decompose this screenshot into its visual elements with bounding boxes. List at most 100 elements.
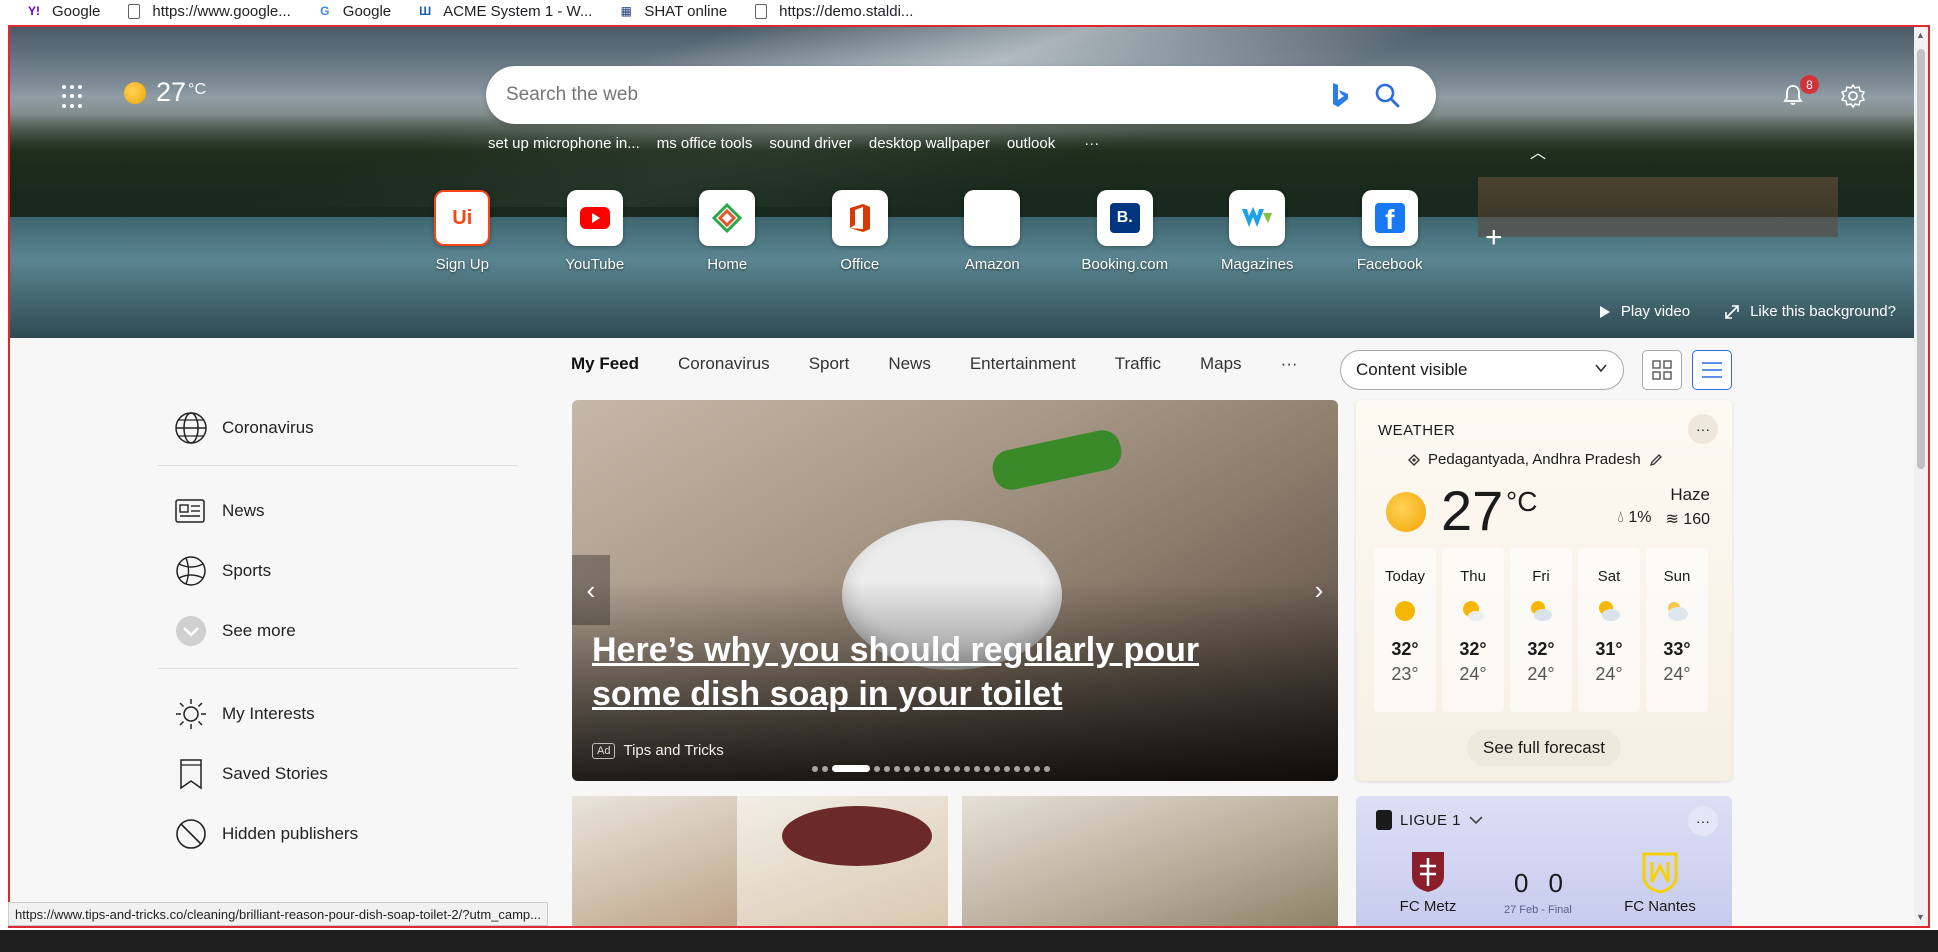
featured-story-card[interactable]: ‹ › Here’s why you should regularly pour… [572,400,1338,781]
next-slide-button[interactable]: › [1300,555,1338,625]
forecast-day[interactable]: Sun 33° 24° [1646,548,1708,712]
story-card[interactable] [572,796,948,926]
slide-dot[interactable] [1014,765,1020,772]
office-icon [831,190,888,246]
tab-traffic[interactable]: Traffic [1115,354,1161,374]
trending-item[interactable]: ms office tools [657,135,753,152]
story-headline[interactable]: Here’s why you should regularly pour som… [592,628,1292,716]
trending-item[interactable]: sound driver [769,135,852,152]
previous-slide-button[interactable]: ‹ [572,555,610,625]
tab-news[interactable]: News [888,354,931,374]
forecast-high: 32° [1527,639,1555,659]
trending-item[interactable]: outlook [1007,135,1055,152]
nav-item-my-interests[interactable]: My Interests [158,691,518,737]
bookmark-demo[interactable]: https://demo.staldi... [753,3,913,20]
trending-more-icon[interactable]: ··· [1084,135,1099,152]
slide-dot[interactable] [974,765,980,772]
edit-icon[interactable] [1649,453,1663,467]
slide-dot[interactable] [984,765,990,772]
tab-entertainment[interactable]: Entertainment [970,354,1076,374]
grid-view-button[interactable] [1642,350,1682,390]
slide-dot[interactable] [812,765,818,772]
slide-dot[interactable] [904,765,910,772]
scroll-up-icon[interactable]: ▲ [1916,30,1925,40]
quick-link-office[interactable]: Office [794,190,927,273]
away-team[interactable]: FC Nantes [1610,850,1710,915]
quick-link-sign-up[interactable]: Ui Sign Up [396,190,529,273]
tab-maps[interactable]: Maps [1200,354,1242,374]
nav-item-coronavirus[interactable]: Coronavirus [158,405,518,451]
page-scrollbar[interactable]: ▲ ▼ [1914,27,1928,926]
newspaper-icon [175,499,205,523]
trending-item[interactable]: desktop wallpaper [869,135,990,152]
scrollbar-thumb[interactable] [1917,49,1925,469]
slide-dot[interactable] [874,765,880,772]
slide-dot[interactable] [934,765,940,772]
bookmark-acme[interactable]: Ш ACME System 1 - W... [417,3,592,20]
weather-card: WEATHER ··· Pedagantyada, Andhra Pradesh… [1356,400,1732,781]
bookmark-label: https://demo.staldi... [779,2,914,20]
add-shortcut-button[interactable]: + [1485,221,1503,255]
quick-link-magazines[interactable]: Magazines [1191,190,1324,273]
slide-dot[interactable] [894,765,900,772]
slide-dot[interactable] [1034,765,1040,772]
header-weather[interactable]: 27 °C [124,77,206,108]
slide-dot[interactable] [954,765,960,772]
story-card[interactable] [962,796,1338,926]
slide-dot[interactable] [964,765,970,772]
forecast-day[interactable]: Thu 32° 24° [1442,548,1504,712]
trending-item[interactable]: set up microphone in... [488,135,640,152]
nav-item-hidden-publishers[interactable]: Hidden publishers [158,811,518,857]
slide-dot[interactable] [1044,765,1050,772]
quick-link-amazon[interactable]: a Amazon [926,190,1059,273]
weather-more-icon[interactable]: ··· [1688,414,1718,444]
quick-link-booking[interactable]: B. Booking.com [1059,190,1192,273]
slide-dot[interactable] [924,765,930,772]
forecast-day[interactable]: Fri 32° 24° [1510,548,1572,712]
quick-link-youtube[interactable]: YouTube [529,190,662,273]
like-background-button[interactable]: Like this background? [1724,303,1896,320]
nav-label: News [222,501,265,520]
quick-link-home[interactable]: Home [661,190,794,273]
nav-item-sports[interactable]: Sports [158,548,518,594]
slide-dot[interactable] [832,765,870,772]
scroll-down-icon[interactable]: ▼ [1916,912,1925,922]
nav-item-see-more[interactable]: See more [158,608,518,654]
content-visibility-dropdown[interactable]: Content visible [1340,350,1624,390]
league-more-icon[interactable]: ··· [1688,806,1718,836]
slide-dot[interactable] [944,765,950,772]
bookmark-google[interactable]: G Google [317,3,391,20]
bookmark-google-yahoo[interactable]: Y! Google [26,3,100,20]
home-team[interactable]: FC Metz [1378,850,1478,915]
tab-my-feed[interactable]: My Feed [571,354,639,374]
slide-dot[interactable] [994,765,1000,772]
app-launcher-icon[interactable] [62,85,86,109]
slide-dot[interactable] [1024,765,1030,772]
slide-dot[interactable] [914,765,920,772]
weather-location[interactable]: Pedagantyada, Andhra Pradesh [1408,451,1663,468]
bookmark-shat[interactable]: ▦ SHAT online [618,3,728,20]
search-input[interactable] [506,84,1306,106]
see-full-forecast-button[interactable]: See full forecast [1467,730,1621,766]
bing-icon[interactable] [1330,82,1350,108]
slide-dot[interactable] [884,765,890,772]
forecast-day[interactable]: Today 32° 23° [1374,548,1436,712]
gear-icon[interactable] [1840,83,1866,109]
search-icon[interactable] [1374,82,1400,108]
tab-sport[interactable]: Sport [809,354,850,374]
list-view-button[interactable] [1692,350,1732,390]
nav-item-news[interactable]: News [158,488,518,534]
chevron-down-icon [1469,816,1483,825]
forecast-day[interactable]: Sat 31° 24° [1578,548,1640,712]
play-video-button[interactable]: Play video [1599,303,1690,320]
tabs-more-icon[interactable]: ··· [1281,354,1298,374]
block-icon [176,819,206,849]
chevron-up-icon[interactable]: ︿ [1530,139,1546,163]
slide-dot[interactable] [1004,765,1010,772]
slide-dot[interactable] [822,765,828,772]
quick-link-facebook[interactable]: f Facebook [1324,190,1457,273]
nav-item-saved-stories[interactable]: Saved Stories [158,751,518,797]
bookmark-google-url[interactable]: https://www.google... [126,3,291,20]
league-selector[interactable]: LIGUE 1 [1376,810,1483,830]
tab-coronavirus[interactable]: Coronavirus [678,354,770,374]
